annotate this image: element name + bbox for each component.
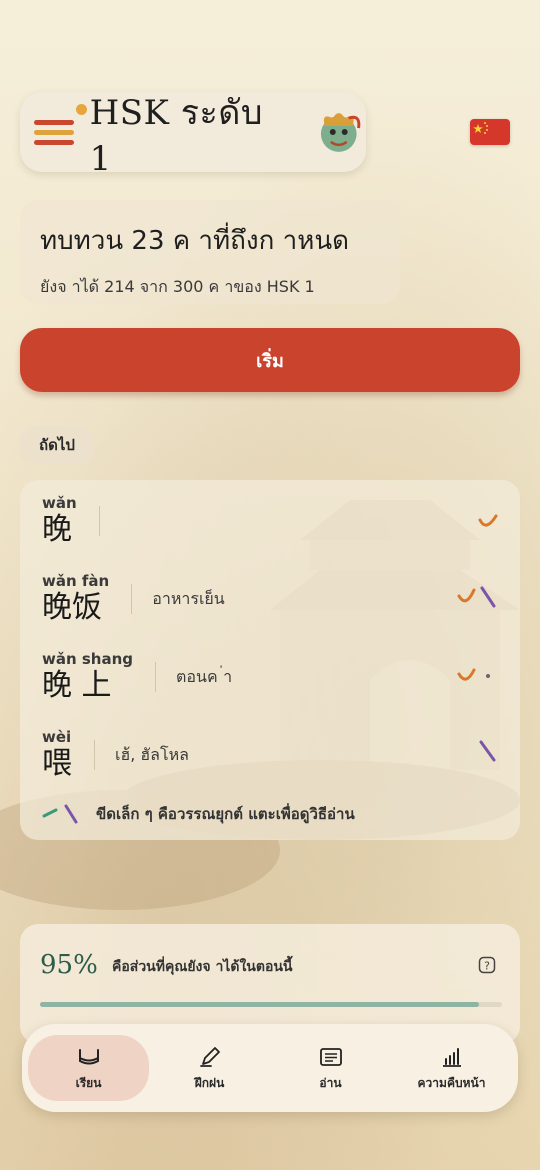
nav-read[interactable]: อ่าน <box>270 1035 391 1101</box>
tone-mark-icon[interactable] <box>456 584 500 610</box>
list-item[interactable]: wǎn shang 晚 上 ตอนค ่า <box>42 650 232 704</box>
pinyin: wèi <box>42 728 72 746</box>
divider <box>94 740 95 770</box>
nav-label: เรียน <box>75 1075 102 1090</box>
pinyin: wǎn fàn <box>42 572 110 590</box>
review-summary-card: ทบทวน 23 ค าที่ถึงก าหนด ยังจ าได้ 214 จ… <box>20 200 400 304</box>
hanzi: 晚 <box>42 512 72 547</box>
tone-mark-icon[interactable] <box>476 738 500 764</box>
list-item[interactable]: wǎn fàn 晚饭 อาหารเย็น <box>42 572 225 626</box>
divider <box>131 584 133 614</box>
reading-icon <box>319 1047 342 1066</box>
review-due-headline: ทบทวน 23 ค าที่ถึงก าหนด <box>40 226 350 256</box>
divider <box>155 662 157 692</box>
retention-progress-bar <box>40 1002 502 1007</box>
word-list: wǎn 晚 wǎn fàn 晚饭 อาหารเย็น wǎn shang 晚 上… <box>20 480 520 840</box>
chart-icon <box>442 1047 461 1067</box>
hamburger-menu-icon[interactable] <box>34 115 76 149</box>
list-item[interactable]: wèi 喂 เฮ้, ฮัลโหล <box>42 728 189 782</box>
hanzi: 喂 <box>42 746 72 781</box>
nav-label: ฝึกฝน <box>194 1075 225 1090</box>
start-button[interactable]: เริ่ม <box>20 328 520 392</box>
nav-practice[interactable]: ฝึกฝน <box>149 1035 270 1101</box>
nav-progress[interactable]: ความคืบหน้า <box>391 1035 512 1101</box>
nav-label: ความคืบหน้า <box>417 1075 486 1090</box>
question-icon[interactable]: ? <box>478 956 496 974</box>
pinyin: wǎn <box>42 494 77 512</box>
meaning: อาหารเย็น <box>152 588 225 608</box>
list-item[interactable]: wǎn 晚 <box>42 494 120 548</box>
tone-mark-icon[interactable] <box>476 510 500 534</box>
tone-legend-icon <box>42 804 78 824</box>
china-flag-icon[interactable] <box>470 119 510 145</box>
retention-progress-fill <box>40 1002 479 1007</box>
hanzi: 晚饭 <box>42 590 102 625</box>
pencil-icon <box>199 1046 220 1067</box>
dragon-icon <box>320 113 360 152</box>
learn-icon <box>78 1048 99 1064</box>
pinyin: wǎn shang <box>42 650 134 668</box>
nav-learn[interactable]: เรียน <box>28 1035 149 1101</box>
retention-text: คือส่วนที่คุณยังจ าได้ในตอนนี้ <box>112 959 293 975</box>
meaning: เฮ้, ฮัลโหล <box>115 744 189 764</box>
hanzi: 晚 上 <box>42 668 112 703</box>
bottom-navigation: เรียน ฝึกฝน อ่าน ความคืบหน้า <box>22 1024 518 1112</box>
app-header: HSK ระดับ 1 <box>20 92 366 179</box>
retention-percent: 95% <box>40 950 98 980</box>
retention-summary: ยังจ าได้ 214 จาก 300 ค าของ HSK 1 <box>40 277 315 296</box>
tone-mark-icon[interactable] <box>456 664 500 688</box>
tone-legend[interactable]: ขีดเล็ก ๆ คือวรรณยุกต์ แตะเพื่อดูวิธีอ่า… <box>42 802 355 826</box>
tone-legend-text: ขีดเล็ก ๆ คือวรรณยุกต์ แตะเพื่อดูวิธีอ่า… <box>96 805 355 823</box>
nav-label: อ่าน <box>319 1075 342 1090</box>
notification-dot <box>76 104 87 115</box>
svg-text:?: ? <box>484 960 490 973</box>
next-label: ถัดไป <box>20 426 94 464</box>
divider <box>98 506 100 536</box>
page-title: HSK ระดับ 1 <box>89 93 263 179</box>
meaning: ตอนค ่า <box>176 666 233 686</box>
